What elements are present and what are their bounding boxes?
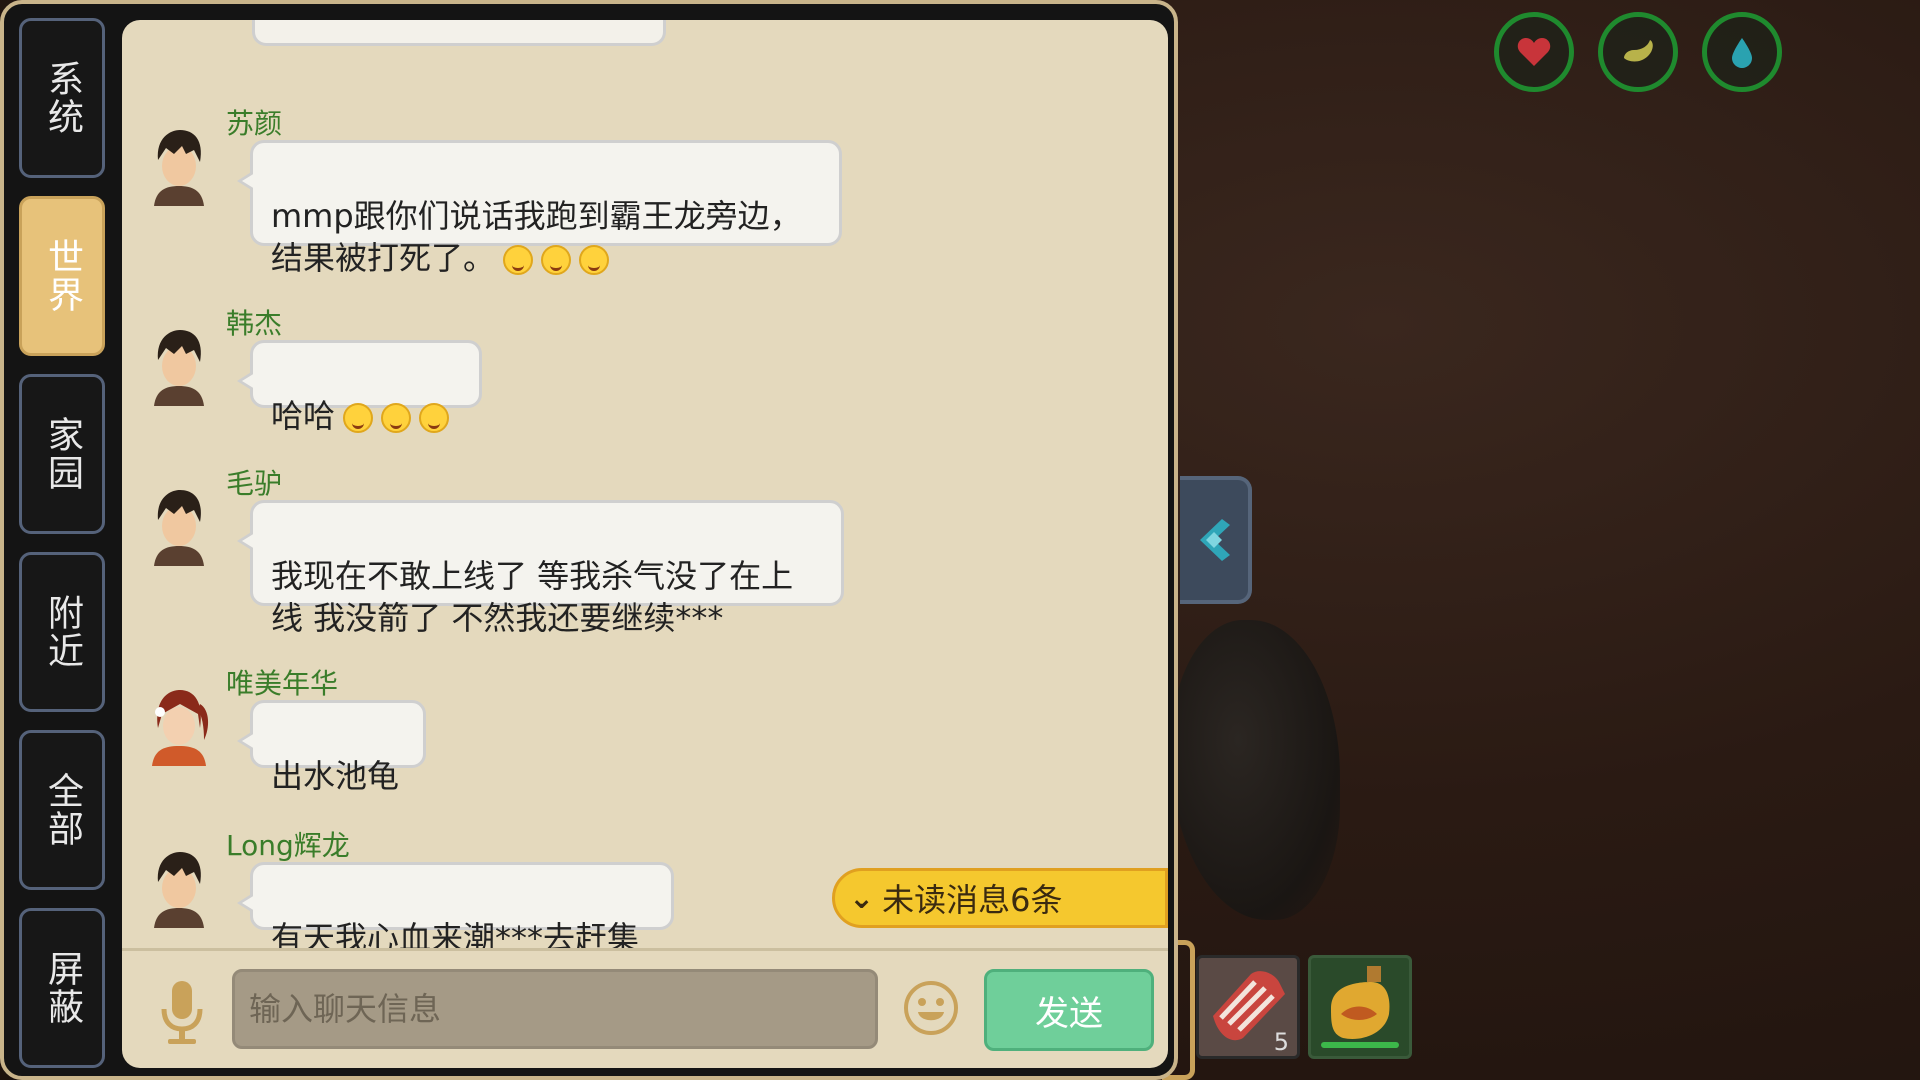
avatar[interactable] <box>146 684 212 768</box>
message-text: 哈哈 <box>271 397 336 435</box>
health-status <box>1494 12 1574 92</box>
heart-icon <box>1517 38 1551 66</box>
message-text: 出水池龟 <box>271 757 400 795</box>
tab-system[interactable]: 系统 <box>19 18 105 178</box>
durability-bar <box>1321 1042 1399 1048</box>
tab-world[interactable]: 世界 <box>19 196 105 356</box>
send-label: 发送 <box>1035 993 1103 1034</box>
water-drop-icon <box>1732 38 1752 68</box>
laughing-emoji-icon <box>381 403 412 433</box>
angry-emoji-icon <box>541 245 572 275</box>
avatar[interactable] <box>146 846 212 930</box>
laughing-emoji-icon <box>419 403 450 433</box>
message-bubble[interactable]: 有天我心血来潮***去赶集 <box>237 862 674 948</box>
tab-label: 家园 <box>42 416 83 492</box>
unread-messages-button[interactable]: ⌄ 未读消息6条 <box>832 868 1168 928</box>
sweat-emoji-icon <box>343 403 374 433</box>
previous-message-bubble <box>252 20 666 46</box>
message-text: mmp跟你们说话我跑到霸王龙旁边， 结果被打死了。 <box>271 197 802 277</box>
tab-home[interactable]: 家园 <box>19 374 105 534</box>
hunger-icon <box>1624 40 1653 62</box>
unread-label: 未读消息6条 <box>882 881 1063 919</box>
chat-message-input[interactable] <box>232 969 878 1049</box>
chat-input-bar: 发送 <box>122 948 1168 1068</box>
double-chevron-down-icon: ⌄ <box>849 880 875 916</box>
message-bubble[interactable]: 出水池龟 <box>237 700 426 795</box>
avatar[interactable] <box>146 484 212 568</box>
angry-emoji-icon <box>503 245 534 275</box>
microphone-icon[interactable] <box>152 977 212 1047</box>
angry-emoji-icon <box>579 245 610 275</box>
tab-label: 附近 <box>42 594 83 670</box>
emoji-smile-icon[interactable] <box>902 979 960 1037</box>
collapse-chat-button[interactable] <box>1180 476 1252 604</box>
avatar[interactable] <box>146 324 212 408</box>
chat-panel: 系统 世界 家园 附近 全部 屏蔽 苏颜 mmp跟你们说话我跑到霸王龙旁边， 结… <box>0 0 1178 1080</box>
message-bubble[interactable]: 我现在不敢上线了 等我杀气没了在上 线 我没箭了 不然我还要继续*** <box>237 500 844 637</box>
tab-label: 系统 <box>42 60 83 136</box>
message-text: 我现在不敢上线了 等我杀气没了在上 线 我没箭了 不然我还要继续*** <box>271 557 794 637</box>
hotbar-slot-flask[interactable] <box>1308 955 1412 1059</box>
sender-name[interactable]: 韩杰 <box>226 302 282 342</box>
tab-all[interactable]: 全部 <box>19 730 105 890</box>
send-button[interactable]: 发送 <box>984 969 1154 1051</box>
hotbar-slot-meat[interactable]: 5 <box>1196 955 1300 1059</box>
chevron-left-icon <box>1200 519 1230 561</box>
hunger-status <box>1598 12 1678 92</box>
rock <box>1170 620 1340 920</box>
item-count: 5 <box>1273 1028 1289 1056</box>
message-bubble[interactable]: 哈哈 <box>237 340 482 435</box>
sender-name[interactable]: 毛驴 <box>226 462 282 502</box>
sender-name[interactable]: 苏颜 <box>226 102 282 142</box>
thirst-status <box>1702 12 1782 92</box>
sender-name[interactable]: Long辉龙 <box>226 824 350 864</box>
message-text: 有天我心血来潮***去赶集 <box>271 919 640 948</box>
tab-label: 世界 <box>42 238 83 314</box>
tab-label: 屏蔽 <box>42 950 83 1026</box>
tab-label: 全部 <box>42 772 83 848</box>
avatar[interactable] <box>146 124 212 208</box>
message-list[interactable]: 苏颜 mmp跟你们说话我跑到霸王龙旁边， 结果被打死了。 韩杰 哈哈 毛驴 我现… <box>122 20 1168 948</box>
message-bubble[interactable]: mmp跟你们说话我跑到霸王龙旁边， 结果被打死了。 <box>237 140 842 277</box>
sender-name[interactable]: 唯美年华 <box>226 662 338 702</box>
tab-blocked[interactable]: 屏蔽 <box>19 908 105 1068</box>
tab-nearby[interactable]: 附近 <box>19 552 105 712</box>
